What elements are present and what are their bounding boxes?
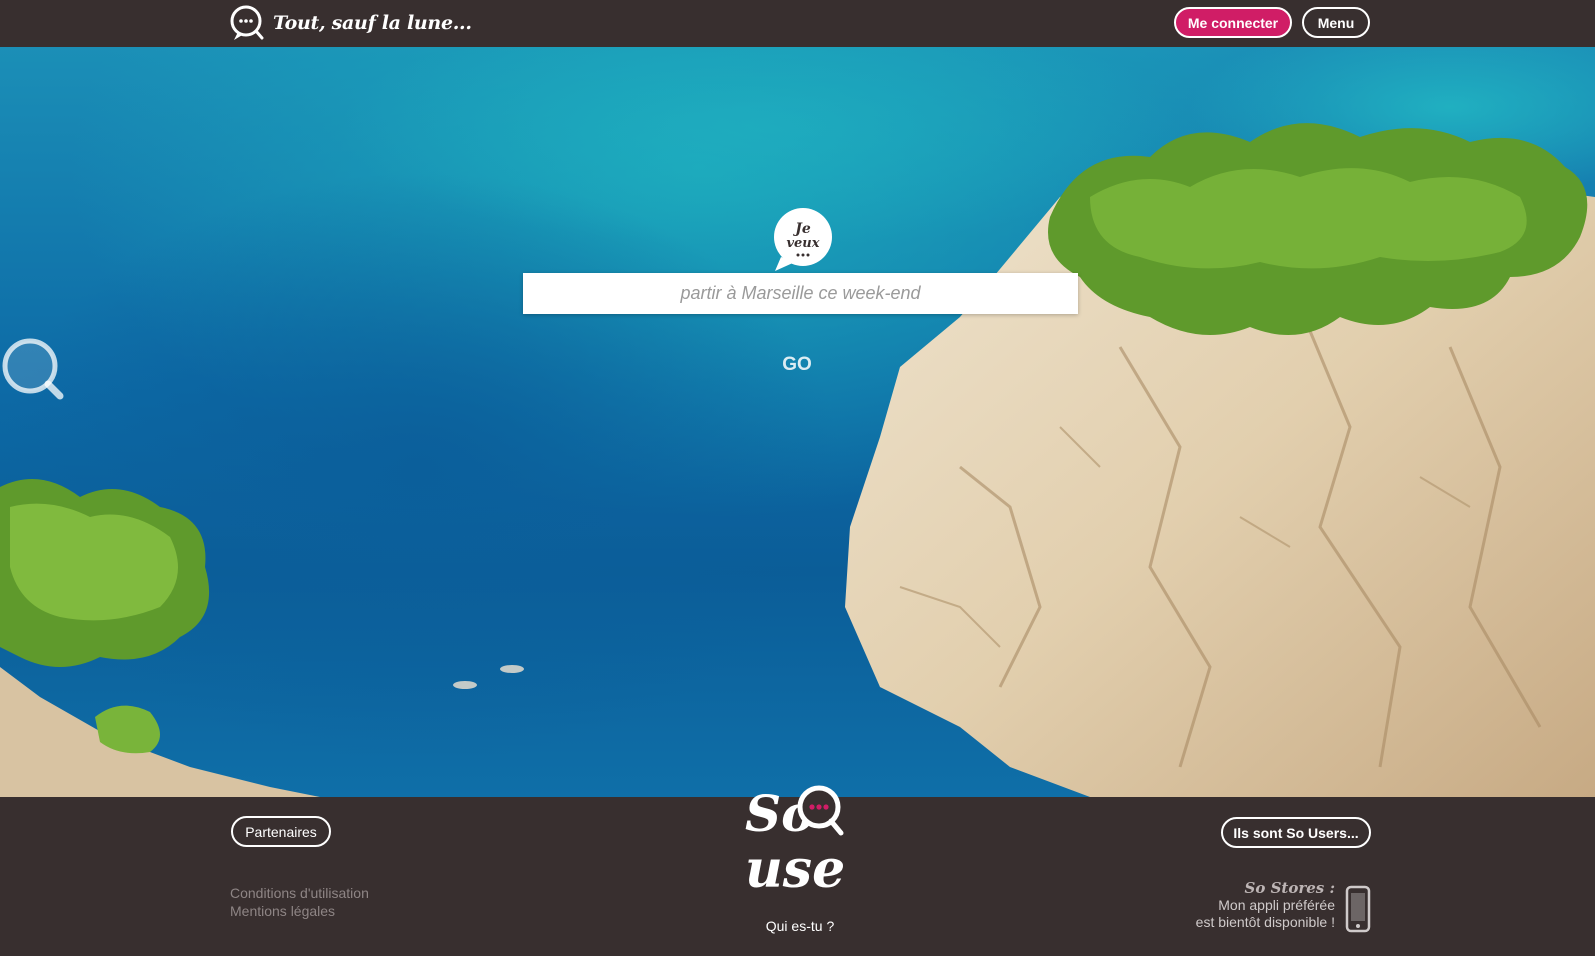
- stores-line2: est bientôt disponible !: [1195, 914, 1335, 930]
- top-navbar: Tout, sauf la lune... Me connecter Menu: [0, 0, 1595, 47]
- logo-line2: use: [745, 839, 845, 896]
- brand-tagline: Tout, sauf la lune...: [273, 12, 472, 34]
- login-button[interactable]: Me connecter: [1174, 7, 1292, 38]
- so-use-logo[interactable]: So use: [745, 779, 855, 896]
- who-are-you-link[interactable]: Qui es-tu ?: [740, 918, 860, 934]
- stores-title: So Stores :: [1244, 879, 1335, 897]
- coastal-scene-illustration: [0, 47, 1595, 797]
- so-users-button[interactable]: Ils sont So Users...: [1221, 817, 1371, 848]
- stores-line1: Mon appli préférée: [1218, 897, 1335, 913]
- mobile-phone-icon: [1345, 885, 1371, 933]
- menu-button[interactable]: Menu: [1302, 7, 1370, 38]
- go-label: GO: [782, 354, 812, 375]
- je-veux-bubble-icon: Je veux: [774, 208, 832, 271]
- brand[interactable]: Tout, sauf la lune...: [229, 4, 472, 42]
- search-input[interactable]: [523, 273, 1078, 314]
- hero-background-photo: Je veux GO: [0, 47, 1595, 797]
- bubble-line1: Je: [792, 221, 811, 237]
- partners-button[interactable]: Partenaires: [231, 816, 331, 847]
- speech-bubble-logo-icon: [230, 5, 264, 40]
- so-stores-notice: So Stores : Mon appli préférée est bient…: [1140, 880, 1335, 931]
- terms-link[interactable]: Conditions d'utilisation: [230, 884, 369, 902]
- go-search-button[interactable]: [0, 336, 70, 406]
- bubble-line2: veux: [786, 236, 819, 251]
- legal-notice-link[interactable]: Mentions légales: [230, 902, 369, 920]
- legal-links: Conditions d'utilisation Mentions légale…: [230, 884, 369, 920]
